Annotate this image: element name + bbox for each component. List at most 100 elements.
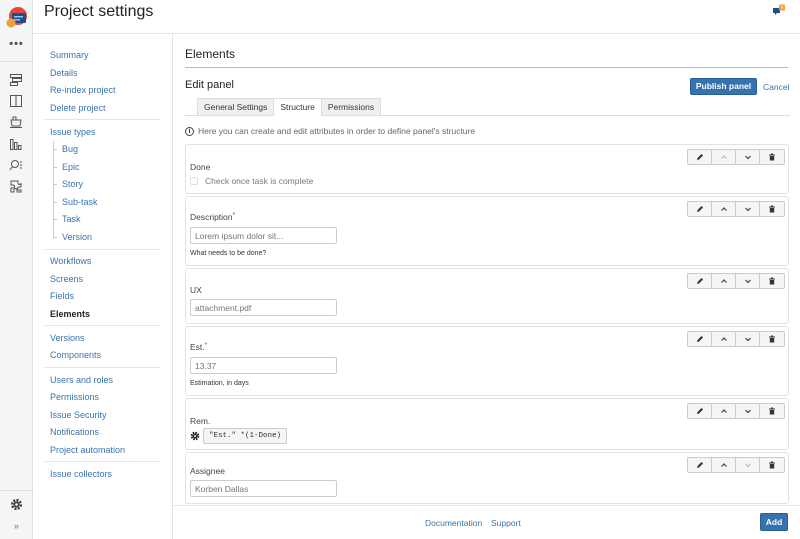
nav-item-reindex-project[interactable]: Re-index project xyxy=(50,85,116,95)
done-checkbox[interactable] xyxy=(190,177,198,185)
nav-item-elements[interactable]: Elements xyxy=(50,309,90,319)
nav-item-permissions[interactable]: Permissions xyxy=(50,392,99,402)
element-label: Description* xyxy=(190,212,235,222)
project-avatar-icon[interactable] xyxy=(6,6,28,28)
expand-sidebar-icon[interactable]: » xyxy=(0,521,33,531)
nav-item-details[interactable]: Details xyxy=(50,68,78,78)
nav-item-issue-types[interactable]: Issue types xyxy=(50,127,96,137)
required-mark: * xyxy=(204,342,208,349)
est-input[interactable] xyxy=(190,357,337,374)
required-mark: * xyxy=(232,212,236,219)
delete-button[interactable] xyxy=(760,332,784,346)
nav-item-bug[interactable]: Bug xyxy=(62,144,78,154)
documentation-link[interactable]: Documentation xyxy=(425,518,482,528)
nav-item-fields[interactable]: Fields xyxy=(50,291,74,301)
tree-line xyxy=(53,141,54,238)
move-down-button[interactable] xyxy=(736,202,760,216)
pencil-icon xyxy=(696,206,703,212)
addons-icon[interactable] xyxy=(9,179,23,193)
nav-item-delete-project[interactable]: Delete project xyxy=(50,103,106,113)
element-row-done: Done Check once task is complete xyxy=(185,144,789,194)
chevron-down-icon xyxy=(744,463,751,468)
tab-permissions[interactable]: Permissions xyxy=(320,98,382,116)
nav-item-project-automation[interactable]: Project automation xyxy=(50,445,125,455)
element-row-assignee: Assignee xyxy=(185,452,789,504)
nav-item-sub-task[interactable]: Sub-task xyxy=(62,197,98,207)
board-icon[interactable] xyxy=(9,94,23,108)
edit-button[interactable] xyxy=(688,202,712,216)
trash-icon xyxy=(769,277,775,285)
delete-button[interactable] xyxy=(760,150,784,164)
nav-item-epic[interactable]: Epic xyxy=(62,162,80,172)
chevron-up-icon xyxy=(720,279,727,283)
more-icon[interactable]: ••• xyxy=(0,38,33,50)
delete-button[interactable] xyxy=(760,404,784,418)
page-title: Project settings xyxy=(44,3,154,20)
nav-item-issue-collectors[interactable]: Issue collectors xyxy=(50,469,112,479)
move-down-button[interactable] xyxy=(736,332,760,346)
delete-button[interactable] xyxy=(760,458,784,472)
element-label: Rem. xyxy=(190,416,211,426)
settings-gear-icon[interactable] xyxy=(10,498,23,511)
info-message: i Here you can create and edit attribute… xyxy=(185,126,475,136)
nav-item-story[interactable]: Story xyxy=(62,179,83,189)
footer-divider xyxy=(173,505,800,506)
move-down-button[interactable] xyxy=(736,404,760,418)
chevron-down-icon xyxy=(744,409,751,414)
pencil-icon xyxy=(696,278,703,284)
backlog-icon[interactable] xyxy=(9,73,23,87)
edit-button[interactable] xyxy=(688,150,712,164)
support-link[interactable]: Support xyxy=(491,518,521,528)
ux-attachment-input[interactable] xyxy=(190,299,337,316)
move-up-button[interactable] xyxy=(712,274,736,288)
move-up-button[interactable] xyxy=(712,404,736,418)
row-actions xyxy=(687,273,785,289)
move-down-button[interactable] xyxy=(736,458,760,472)
edit-button[interactable] xyxy=(688,458,712,472)
move-up-button[interactable] xyxy=(712,150,736,164)
assignee-input[interactable] xyxy=(190,480,337,497)
add-button[interactable]: Add xyxy=(760,513,788,531)
move-up-button[interactable] xyxy=(712,202,736,216)
nav-item-workflows[interactable]: Workflows xyxy=(50,256,91,266)
reports-icon[interactable] xyxy=(9,137,23,151)
nav-item-components[interactable]: Components xyxy=(50,350,101,360)
description-input[interactable] xyxy=(190,227,337,244)
nav-item-screens[interactable]: Screens xyxy=(50,274,83,284)
nav-divider xyxy=(45,461,161,462)
nav-item-task[interactable]: Task xyxy=(62,214,81,224)
element-label: Est.* xyxy=(190,342,207,352)
tab-general-settings[interactable]: General Settings xyxy=(197,98,275,116)
tab-structure[interactable]: Structure xyxy=(273,98,322,116)
nav-item-notifications[interactable]: Notifications xyxy=(50,427,99,437)
left-rail: ••• » xyxy=(0,0,33,539)
pencil-icon xyxy=(696,462,703,468)
edit-button[interactable] xyxy=(688,404,712,418)
nav-item-version[interactable]: Version xyxy=(62,232,92,242)
pencil-icon xyxy=(696,336,703,342)
delete-button[interactable] xyxy=(760,202,784,216)
nav-item-versions[interactable]: Versions xyxy=(50,333,85,343)
move-down-button[interactable] xyxy=(736,274,760,288)
move-down-button[interactable] xyxy=(736,150,760,164)
releases-icon[interactable] xyxy=(9,115,23,129)
issues-search-icon[interactable] xyxy=(9,158,23,172)
publish-panel-button[interactable]: Publish panel xyxy=(690,78,757,95)
edit-button[interactable] xyxy=(688,332,712,346)
feedback-icon[interactable] xyxy=(772,4,786,18)
cancel-link[interactable]: Cancel xyxy=(763,82,789,92)
edit-button[interactable] xyxy=(688,274,712,288)
move-up-button[interactable] xyxy=(712,458,736,472)
move-up-button[interactable] xyxy=(712,332,736,346)
nav-item-summary[interactable]: Summary xyxy=(50,50,89,60)
formula-gear-icon[interactable] xyxy=(190,431,200,441)
nav-item-users-and-roles[interactable]: Users and roles xyxy=(50,375,113,385)
trash-icon xyxy=(769,335,775,343)
edit-panel-title: Edit panel xyxy=(185,79,234,91)
row-actions xyxy=(687,403,785,419)
delete-button[interactable] xyxy=(760,274,784,288)
element-row-description: Description* What needs to be done? xyxy=(185,196,789,266)
tree-tick xyxy=(53,202,57,203)
chevron-up-icon xyxy=(720,337,727,341)
nav-item-issue-security[interactable]: Issue Security xyxy=(50,410,107,420)
